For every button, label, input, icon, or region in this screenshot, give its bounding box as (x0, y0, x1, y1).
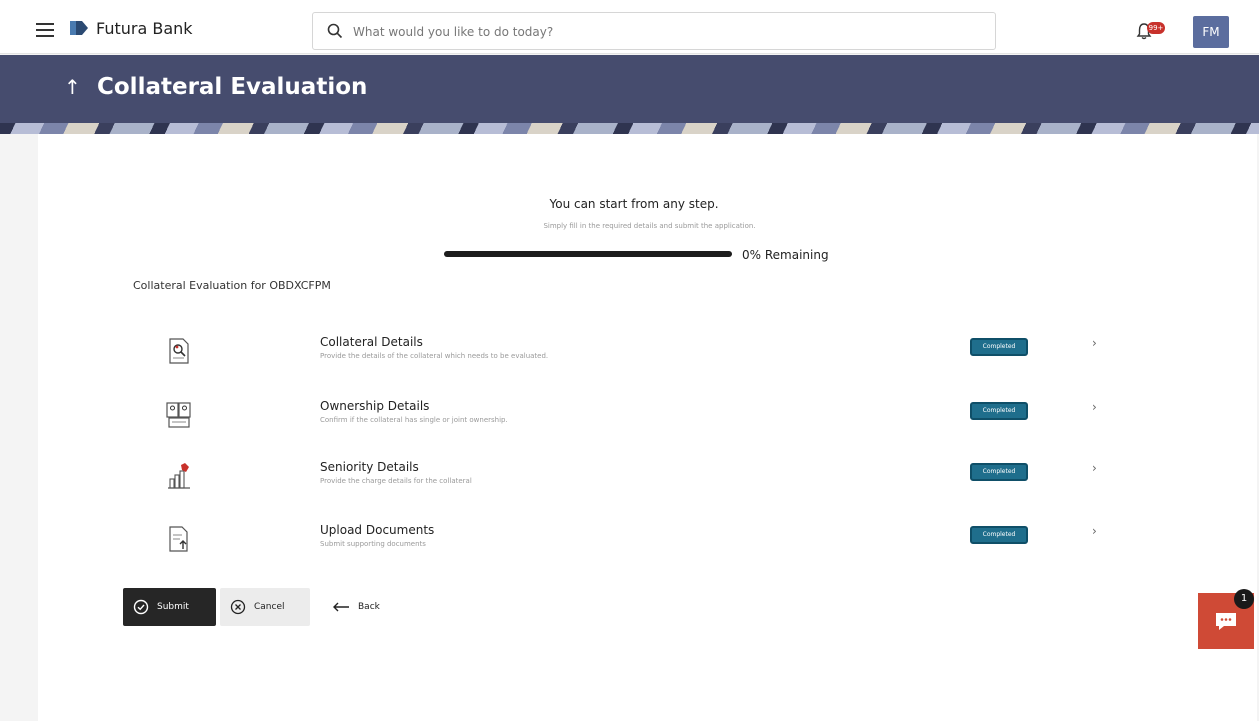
progress-bar (444, 251, 732, 257)
status-badge: Completed (970, 338, 1028, 356)
progress-fill (444, 251, 732, 257)
step-ownership-details[interactable]: Ownership Details Confirm if the collate… (120, 396, 1120, 448)
step-description: Submit supporting documents (320, 540, 426, 548)
step-description: Provide the details of the collateral wh… (320, 352, 549, 360)
status-badge: Completed (970, 463, 1028, 481)
notification-badge: 99+ (1147, 22, 1165, 34)
ownership-details-icon (166, 402, 191, 428)
step-collateral-details[interactable]: Collateral Details Provide the details o… (120, 332, 1120, 384)
upload-documents-icon (169, 526, 188, 552)
collateral-details-icon (169, 338, 189, 364)
submit-label: Submit (157, 602, 189, 612)
submit-button[interactable]: Submit (123, 588, 216, 626)
brand-name: Futura Bank (96, 19, 193, 38)
step-description: Confirm if the collateral has single or … (320, 416, 508, 424)
status-badge: Completed (970, 526, 1028, 544)
chat-unread-badge: 1 (1234, 589, 1254, 609)
chevron-right-icon[interactable]: › (1092, 461, 1097, 475)
close-circle-icon (230, 599, 246, 615)
step-title: Seniority Details (320, 460, 419, 474)
step-title: Upload Documents (320, 523, 435, 537)
chevron-right-icon[interactable]: › (1092, 400, 1097, 414)
intro-title: You can start from any step. (549, 197, 719, 211)
back-label: Back (358, 602, 380, 612)
status-badge: Completed (970, 402, 1028, 420)
avatar[interactable]: FM (1193, 16, 1229, 48)
search-input[interactable] (353, 21, 973, 43)
search-box[interactable] (312, 12, 996, 50)
page-title: Collateral Evaluation (97, 74, 368, 100)
step-upload-documents[interactable]: Upload Documents Submit supporting docum… (120, 520, 1120, 572)
bank-logo-icon (70, 21, 88, 35)
seniority-details-icon (168, 463, 190, 489)
evaluation-for-label: Collateral Evaluation for OBDXCFPM (133, 279, 331, 292)
chevron-right-icon[interactable]: › (1092, 524, 1097, 538)
step-description: Provide the charge details for the colla… (320, 477, 472, 485)
intro-subtitle: Simply fill in the required details and … (543, 222, 756, 230)
step-title: Ownership Details (320, 399, 430, 413)
arrow-left-icon (333, 602, 349, 612)
up-arrow-icon[interactable]: ↑ (64, 75, 81, 99)
chevron-right-icon[interactable]: › (1092, 336, 1097, 350)
cancel-button[interactable]: Cancel (220, 588, 310, 626)
header-pattern (0, 123, 1259, 134)
page-header: ↑ Collateral Evaluation (0, 55, 1259, 123)
step-seniority-details[interactable]: Seniority Details Provide the charge det… (120, 457, 1120, 509)
check-circle-icon (133, 599, 149, 615)
menu-icon[interactable] (36, 23, 54, 37)
step-title: Collateral Details (320, 335, 423, 349)
back-button[interactable]: Back (322, 588, 386, 626)
progress-label: 0% Remaining (742, 248, 829, 262)
top-bar: Futura Bank 99+ FM (0, 0, 1259, 54)
search-icon (327, 23, 343, 39)
cancel-label: Cancel (254, 602, 285, 612)
